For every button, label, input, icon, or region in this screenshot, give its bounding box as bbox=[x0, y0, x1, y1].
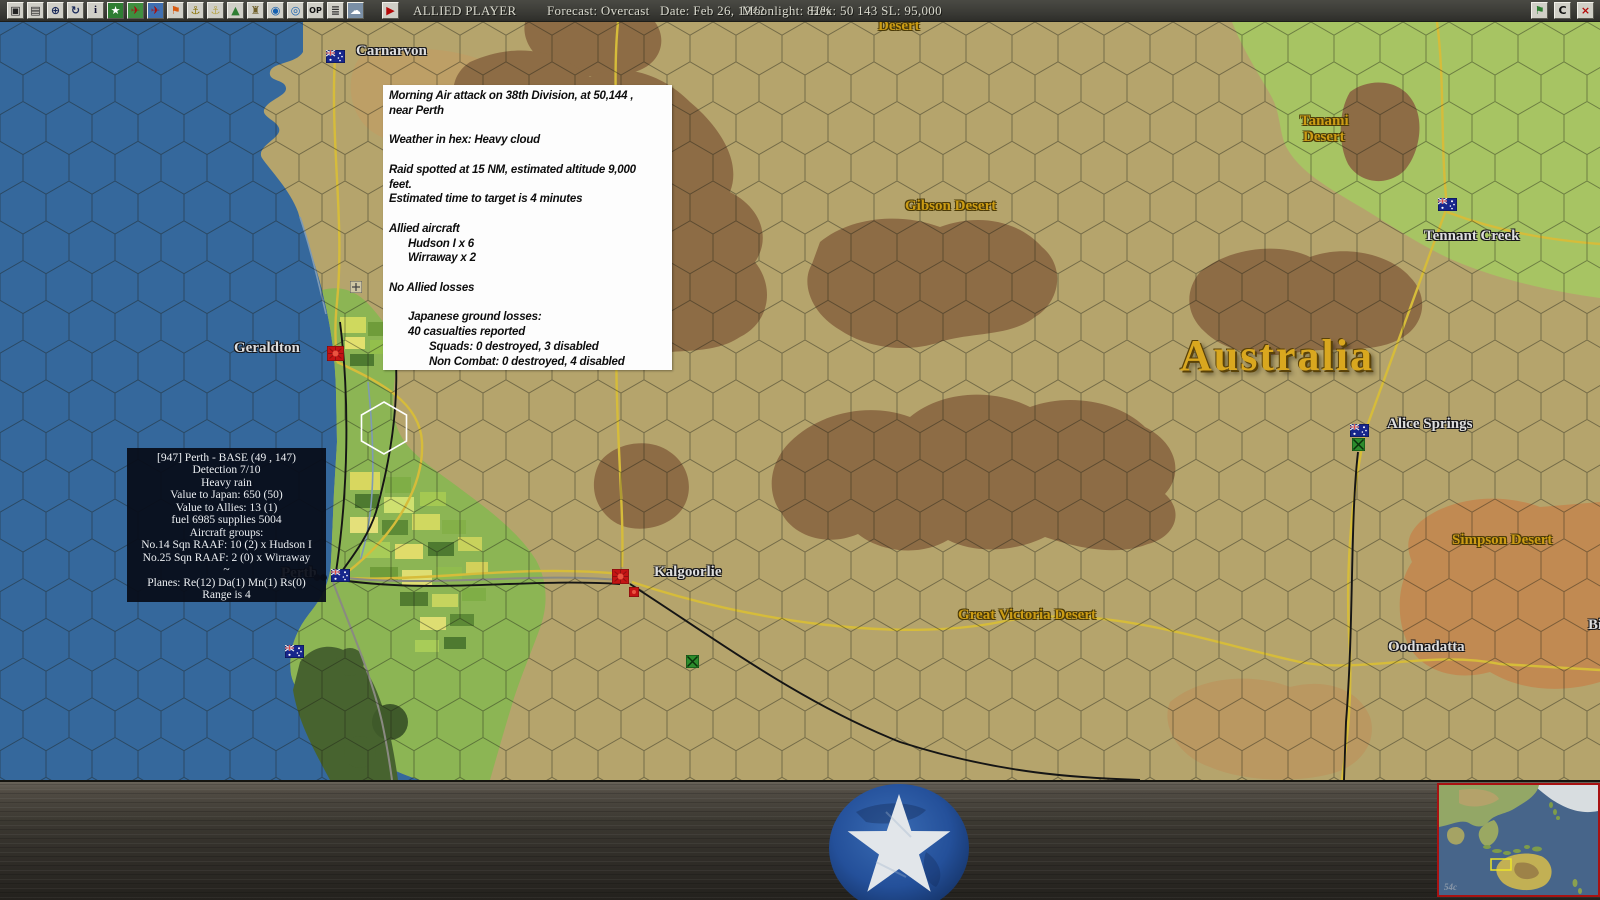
combat-report-line: Japanese ground losses: bbox=[408, 311, 542, 324]
combat-report-text: Morning Air attack on 38th Division, at … bbox=[389, 89, 666, 369]
close-icon[interactable]: × bbox=[1577, 2, 1594, 19]
minimap-chart bbox=[1439, 785, 1598, 895]
coastal-base-marker[interactable] bbox=[284, 644, 305, 663]
alice-springs-unit-marker[interactable] bbox=[1351, 437, 1366, 456]
combat-report-line: Raid spotted at 15 NM, estimated altitud… bbox=[389, 163, 636, 176]
combat-report-line bbox=[389, 207, 666, 222]
naval-air-icon[interactable]: ✈ bbox=[147, 2, 164, 19]
combat-report-line bbox=[389, 266, 666, 281]
combat-report-line: No Allied losses bbox=[389, 281, 475, 294]
combat-report-line bbox=[389, 296, 666, 311]
forecast-label: Forecast: Overcast bbox=[547, 3, 650, 18]
minimap-watermark: 54c bbox=[1444, 882, 1457, 892]
air-raid-icon[interactable]: ✈ bbox=[127, 2, 144, 19]
carnarvon-base-marker[interactable] bbox=[325, 49, 346, 68]
geraldton-base-marker[interactable] bbox=[326, 345, 345, 366]
kalgoorlie-unit-marker[interactable] bbox=[628, 584, 640, 602]
map-viewport[interactable]: Desert Tanami Desert Gibson Desert Great Vic… bbox=[0, 22, 1600, 780]
hex-grid bbox=[0, 22, 1600, 780]
base-tooltip-line: fuel 6985 supplies 5004 bbox=[171, 514, 282, 527]
base-tooltip-line: Value to Japan: 650 (50) bbox=[170, 489, 283, 502]
base-info-tooltip: [947] Perth - BASE (49 , 147) Detection 7… bbox=[127, 448, 326, 602]
combat-report-line: Morning Air attack on 38th Division, at … bbox=[389, 90, 634, 102]
top-toolbar: ▣ ▤ ⊕ ↻ i ★ ✈ ✈ ⚑ ⚓ ⚓ ▲ ♜ ◉ ◎ OP ≣ ☁ ▶ ALLIED PLAYER Forec… bbox=[0, 0, 1600, 22]
report-icon[interactable]: ▤ bbox=[27, 2, 44, 19]
fortification-icon[interactable]: ♜ bbox=[247, 2, 264, 19]
refresh-icon[interactable]: ↻ bbox=[67, 2, 84, 19]
allied-star-emblem bbox=[829, 784, 969, 900]
base-tooltip-line: ~ bbox=[223, 564, 230, 577]
combat-report-line bbox=[389, 119, 666, 134]
combat-report-popup[interactable]: Morning Air attack on 38th Division, at … bbox=[383, 85, 672, 370]
globe-icon[interactable]: ◉ bbox=[267, 2, 284, 19]
outpost-marker[interactable] bbox=[349, 280, 363, 298]
base-tooltip-line: Heavy rain bbox=[201, 476, 252, 489]
combat-report-line: feet. bbox=[389, 178, 412, 191]
star-icon[interactable]: ★ bbox=[107, 2, 124, 19]
play-turn-icon[interactable]: ▶ bbox=[382, 2, 399, 19]
player-label: ALLIED PLAYER bbox=[413, 3, 517, 18]
combat-report-line: 40 casualties reported bbox=[408, 326, 526, 338]
game-screen: ▣ ▤ ⊕ ↻ i ★ ✈ ✈ ⚑ ⚓ ⚓ ▲ ♜ ◉ ◎ OP ≣ ☁ ▶ ALLIED PLAYER Forec… bbox=[0, 0, 1600, 900]
weather-icon[interactable]: ☁ bbox=[347, 2, 364, 19]
base-tooltip-line: Planes: Re(12) Da(1) Mn(1) Rs(0) bbox=[147, 576, 306, 589]
ground-terrain-icon[interactable]: ▲ bbox=[227, 2, 244, 19]
globe-search-icon[interactable]: ◎ bbox=[287, 2, 304, 19]
field-unit-marker[interactable] bbox=[685, 654, 700, 673]
kalgoorlie-base-marker[interactable] bbox=[611, 568, 630, 589]
combat-report-line: Wirraway x 2 bbox=[408, 252, 476, 265]
perth-base-marker[interactable] bbox=[330, 568, 351, 587]
combat-report-line: Estimated time to target is 4 minutes bbox=[389, 193, 583, 206]
railway-icon[interactable]: ≣ bbox=[327, 2, 344, 19]
combat-report-line: Non Combat: 0 destroyed, 4 disabled bbox=[429, 355, 625, 368]
combat-report-line: Allied aircraft bbox=[389, 222, 460, 235]
flag-marker-icon[interactable]: ⚑ bbox=[167, 2, 184, 19]
tennant-creek-base-marker[interactable] bbox=[1437, 197, 1458, 216]
base-tooltip-line: No.14 Sqn RAAF: 10 (2) x Hudson I bbox=[141, 539, 312, 552]
map-terrain bbox=[0, 22, 1600, 780]
zoom-in-icon[interactable]: ⊕ bbox=[47, 2, 64, 19]
signal-flag-icon[interactable]: ⚑ bbox=[1531, 2, 1548, 19]
task-force-icon[interactable]: ⚓ bbox=[187, 2, 204, 19]
toolbar-icon-group: ▣ ▤ ⊕ ↻ i ★ ✈ ✈ ⚑ ⚓ ⚓ ▲ ♜ ◉ ◎ OP ≣ ☁ ▶ bbox=[7, 2, 399, 19]
info-icon[interactable]: i bbox=[87, 2, 104, 19]
base-tooltip-line: [947] Perth - BASE (49 , 147) bbox=[157, 452, 296, 464]
base-tooltip-line: Detection 7/10 bbox=[192, 464, 261, 477]
combat-report-line: Squads: 0 destroyed, 3 disabled bbox=[429, 340, 599, 353]
base-tooltip-line: Aircraft groups: bbox=[189, 526, 264, 539]
bottom-bar: 54c bbox=[0, 780, 1600, 900]
combat-report-line bbox=[389, 148, 666, 163]
combat-report-line: near Perth bbox=[389, 104, 444, 117]
window-buttons: ⚑ C × bbox=[1531, 2, 1594, 19]
save-icon[interactable]: ▣ bbox=[7, 2, 24, 19]
base-tooltip-line: No.25 Sqn RAAF: 2 (0) x Wirraway bbox=[142, 551, 311, 564]
base-tooltip-line: Range is 4 bbox=[202, 588, 251, 601]
operations-icon[interactable]: OP bbox=[307, 2, 324, 19]
center-map-icon[interactable]: C bbox=[1554, 2, 1571, 19]
combat-report-line: Weather in hex: Heavy cloud bbox=[389, 134, 540, 147]
base-tooltip-line: Value to Allies: 13 (1) bbox=[175, 501, 278, 514]
combat-report-line: Hudson I x 6 bbox=[408, 237, 474, 250]
minimap[interactable]: 54c bbox=[1437, 783, 1600, 897]
hex-info-label: Hex: 50 143 SL: 95,000 bbox=[810, 3, 942, 18]
submarine-icon[interactable]: ⚓ bbox=[207, 2, 224, 19]
base-info-text: [947] Perth - BASE (49 , 147) Detection 7… bbox=[127, 452, 326, 601]
